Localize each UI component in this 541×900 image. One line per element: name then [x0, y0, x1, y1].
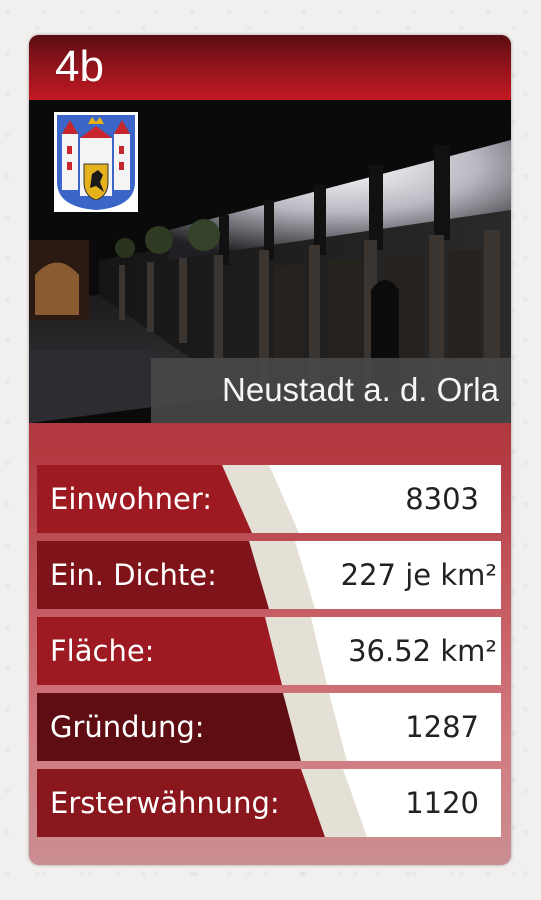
stat-row-dichte[interactable]: Ein. Dichte: 227 je km²: [37, 541, 501, 609]
city-name: Neustadt a. d. Orla: [222, 371, 499, 408]
stat-value: 1120: [405, 786, 479, 820]
stat-label: Ersterwähnung:: [50, 786, 280, 820]
card-header: 4b: [29, 35, 511, 100]
stat-row-flaeche[interactable]: Fläche: 36.52 km²: [37, 617, 501, 685]
stat-row-einwohner[interactable]: Einwohner: 8303: [37, 465, 501, 533]
stat-value: 36.52 km²: [348, 634, 497, 668]
stat-label: Gründung:: [50, 710, 205, 744]
stat-value: 227 je km²: [340, 558, 497, 592]
coat-of-arms-icon: [54, 112, 138, 212]
stat-label: Fläche:: [50, 634, 155, 668]
card-number: 4b: [55, 42, 104, 91]
stat-row-gruendung[interactable]: Gründung: 1287: [37, 693, 501, 761]
stat-label: Einwohner:: [50, 482, 213, 516]
stat-label: Ein. Dichte:: [50, 558, 217, 592]
city-quartet-card[interactable]: 4b Neustadt a. d. Orla Einwohner: 8303 E…: [29, 35, 511, 865]
stat-value: 1287: [405, 710, 479, 744]
city-name-plate: Neustadt a. d. Orla: [151, 358, 511, 423]
stat-row-ersterwaehnung[interactable]: Ersterwähnung: 1120: [37, 769, 501, 837]
stat-value: 8303: [405, 482, 479, 516]
